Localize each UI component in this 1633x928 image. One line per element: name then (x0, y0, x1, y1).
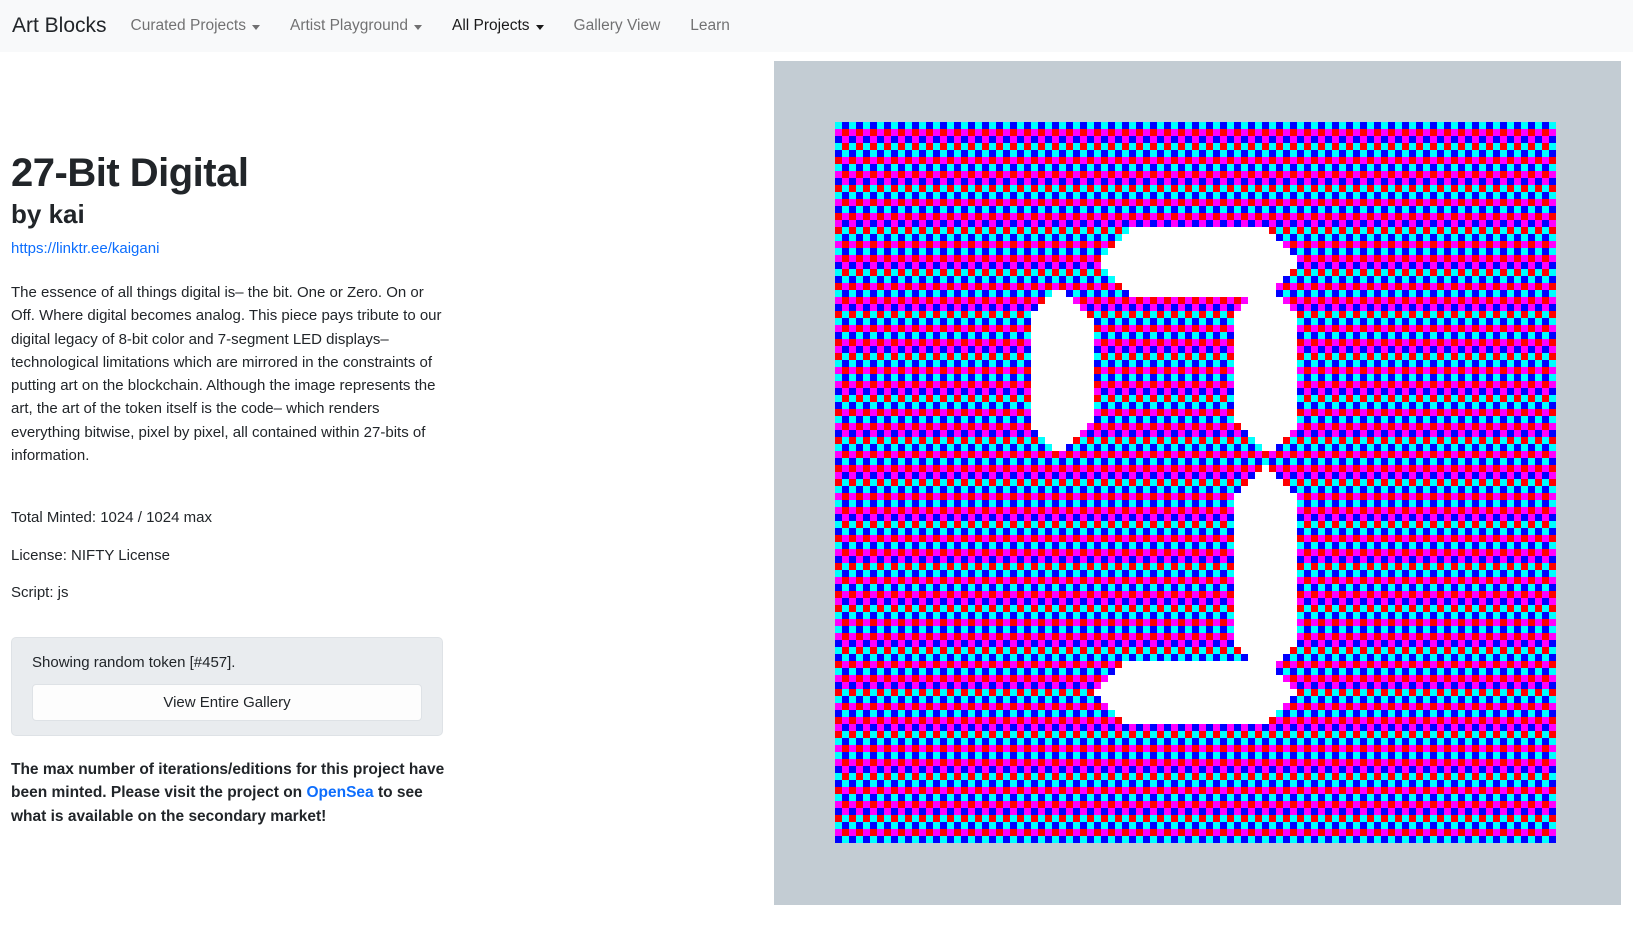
project-info-column: 27-Bit Digital by kai https://linktr.ee/… (11, 52, 463, 828)
brand-art-blocks[interactable]: Art Blocks (12, 14, 107, 38)
chevron-down-icon (536, 25, 544, 30)
nav-item-label: Curated Projects (131, 17, 246, 35)
random-token-status: Showing random token [#457]. (32, 652, 422, 675)
nav-item-artist-playground[interactable]: Artist Playground (290, 17, 422, 35)
nav-item-learn[interactable]: Learn (690, 17, 730, 35)
chevron-down-icon (252, 25, 260, 30)
sold-out-notice: The max number of iterations/editions fo… (11, 758, 451, 828)
artwork-panel (774, 61, 1621, 905)
opensea-link[interactable]: OpenSea (306, 784, 373, 801)
nav-item-label: Artist Playground (290, 17, 408, 35)
artist-link[interactable]: https://linktr.ee/kaigani (11, 240, 159, 257)
view-entire-gallery-button[interactable]: View Entire Gallery (32, 684, 422, 721)
nav-items: Curated Projects Artist Playground All P… (131, 17, 730, 35)
navbar: Art Blocks Curated Projects Artist Playg… (0, 0, 1633, 52)
random-token-box: Showing random token [#457]. View Entire… (11, 637, 443, 737)
stat-license: License: NIFTY License (11, 545, 463, 568)
chevron-down-icon (414, 25, 422, 30)
nav-item-label: Gallery View (574, 17, 661, 35)
nav-item-label: Learn (690, 17, 730, 35)
stat-total-minted: Total Minted: 1024 / 1024 max (11, 507, 463, 530)
nav-item-curated-projects[interactable]: Curated Projects (131, 17, 260, 35)
nav-item-gallery-view[interactable]: Gallery View (574, 17, 661, 35)
page-title: 27-Bit Digital (11, 149, 463, 197)
artwork-canvas (835, 122, 1556, 843)
project-description: The essence of all things digital is– th… (11, 281, 445, 467)
nav-item-label: All Projects (452, 17, 530, 35)
stat-script: Script: js (11, 582, 463, 605)
nav-item-all-projects[interactable]: All Projects (452, 17, 544, 35)
artist-byline: by kai (11, 199, 463, 230)
